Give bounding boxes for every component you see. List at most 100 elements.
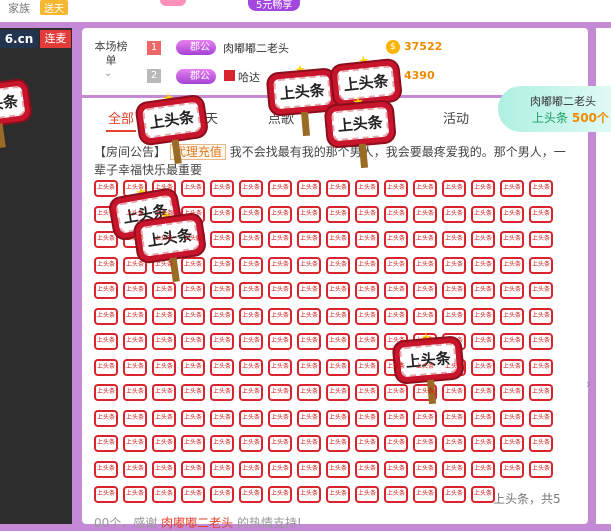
mini-gift-sign: 上头条 (268, 460, 292, 478)
mini-gift-sign: 上头条 (529, 180, 553, 197)
rank-username[interactable]: 哈达 (238, 69, 260, 85)
mini-gift-sign: 上头条 (239, 256, 263, 274)
mini-gift-label: 上头条 (212, 209, 231, 217)
thanks-username[interactable]: 肉嘟嘟二老头 (161, 516, 233, 530)
mini-gift-label: 上头条 (154, 235, 173, 242)
mini-gift-sign: 上头条 (210, 409, 234, 427)
mini-gift-sign: 上头条 (355, 256, 379, 274)
mini-gift-label: 上头条 (299, 490, 318, 497)
tab-all[interactable]: 全部 (108, 108, 134, 127)
mini-gift-sign: 上头条 (529, 282, 553, 299)
mini-gift-sign: 上头条 (94, 460, 118, 478)
mini-gift-label: 上头条 (96, 413, 115, 421)
lianmai-button[interactable]: 连麦 (40, 30, 71, 48)
mini-gift-sign: 上头条 (413, 205, 437, 223)
mini-gift-sign: 上头条 (297, 282, 321, 299)
mini-gift-sign: 上头条 (297, 333, 321, 350)
mini-gift-sign: 上头条 (529, 358, 553, 376)
mini-gift-sign: 上头条 (268, 486, 292, 503)
site-logo[interactable]: 6.cn (0, 30, 38, 48)
mini-gift-sign: 上头条 (239, 409, 263, 427)
mini-gift-sign: 上头条 (413, 180, 437, 197)
mini-gift-sign: 上头条 (529, 307, 553, 325)
mini-gift-label: 上头条 (502, 311, 521, 319)
mini-gift-label: 上头条 (502, 337, 521, 344)
mini-gift-sign: 上头条 (239, 435, 263, 452)
mini-gift-label: 上头条 (531, 464, 550, 472)
mini-gift-sign: 上头条 (500, 205, 524, 223)
mini-gift-label: 上头条 (299, 286, 318, 293)
mini-gift-label: 上头条 (357, 235, 376, 242)
mini-gift-label: 上头条 (357, 464, 376, 472)
rank-score: 4390 (404, 69, 435, 82)
rank-username[interactable]: 肉嘟嘟二老头 (223, 40, 289, 56)
mini-gift-label: 上头条 (241, 209, 260, 217)
mini-gift-label: 上头条 (183, 311, 202, 319)
mini-gift-label: 上头条 (415, 260, 434, 268)
gift-thanks-text: 00个，感谢 肉嘟嘟二老头 的热情支持! (94, 514, 302, 531)
mini-gift-sign: 上头条 (94, 435, 118, 452)
mini-gift-sign: 上头条 (210, 180, 234, 197)
mini-gift-label: 上头条 (96, 260, 115, 268)
tab-chat[interactable]: 天 (205, 108, 218, 127)
mini-gift-sign: 上头条 (326, 409, 350, 427)
tab-activity[interactable]: 活动 (443, 108, 469, 127)
banner-gift-line: 上头条 500个 (532, 109, 609, 126)
mini-gift-sign: 上头条 (181, 409, 205, 427)
mini-gift-label: 上头条 (444, 388, 463, 395)
mini-gift-label: 上头条 (241, 490, 260, 497)
mini-gift-sign: 上头条 (268, 435, 292, 452)
mini-gift-sign: 上头条 (326, 384, 350, 401)
mini-gift-sign: 上头条 (210, 282, 234, 299)
thanks-suffix: 的热情支持! (236, 516, 302, 530)
promo-pill[interactable]: 5元畅享 (248, 0, 301, 11)
mini-gift-label: 上头条 (183, 260, 202, 268)
mini-gift-label: 上头条 (415, 490, 434, 497)
mini-gift-sign: 上头条 (471, 486, 495, 503)
mini-gift-label: 上头条 (154, 388, 173, 395)
mini-gift-sign: 上头条 (210, 205, 234, 223)
mini-gift-sign: 上头条 (471, 435, 495, 452)
banner-gift-count: 500个 (571, 111, 609, 125)
mini-gift-label: 上头条 (270, 362, 289, 370)
mini-gift-label: 上头条 (328, 286, 347, 293)
mini-gift-label: 上头条 (183, 388, 202, 395)
mini-gift-label: 上头条 (299, 439, 318, 446)
mini-gift-label: 上头条 (386, 337, 405, 344)
mini-gift-sign: 上头条 (413, 435, 437, 452)
mini-gift-label: 上头条 (357, 184, 376, 191)
mini-gift-sign: 上头条 (297, 180, 321, 197)
mini-gift-sign: 上头条 (355, 307, 379, 325)
mini-gift-label: 上头条 (386, 464, 405, 472)
mini-gift-label: 上头条 (531, 286, 550, 293)
chevron-right-icon[interactable]: › (586, 377, 591, 391)
rank-title: 本场榜单 (94, 40, 128, 67)
mini-gift-label: 上头条 (473, 235, 492, 242)
mini-gift-label: 上头条 (241, 337, 260, 344)
mini-gift-label: 上头条 (473, 413, 492, 421)
mini-gift-label: 上头条 (154, 209, 173, 217)
mini-gift-label: 上头条 (96, 490, 115, 497)
mini-gift-sign: 上头条 (326, 307, 350, 325)
mini-gift-label: 上头条 (125, 413, 144, 421)
mini-gift-sign: 上头条 (355, 486, 379, 503)
mini-gift-sign: 上头条 (210, 358, 234, 376)
mini-gift-sign: 上头条 (181, 384, 205, 401)
mini-gift-label: 上头条 (125, 209, 144, 217)
mini-gift-sign: 上头条 (297, 358, 321, 376)
chevron-down-icon[interactable]: ⌄ (104, 68, 112, 79)
mini-gift-label: 上头条 (473, 439, 492, 446)
mini-gift-label: 上头条 (502, 388, 521, 395)
mini-gift-sign: 上头条 (442, 231, 466, 248)
mini-gift-sign: 上头条 (239, 307, 263, 325)
mini-gift-label: 上头条 (125, 260, 144, 268)
mini-gift-label: 上头条 (270, 184, 289, 191)
mini-gift-sign: 上头条 (529, 333, 553, 350)
mini-gift-sign: 上头条 (181, 282, 205, 299)
mini-gift-sign: 上头条 (152, 282, 176, 299)
mini-gift-label: 上头条 (444, 362, 463, 370)
mini-gift-sign: 上头条 (471, 384, 495, 401)
mini-gift-sign: 上头条 (355, 409, 379, 427)
mini-gift-sign: 上头条 (442, 486, 466, 503)
mini-gift-sign: 上头条 (413, 256, 437, 274)
